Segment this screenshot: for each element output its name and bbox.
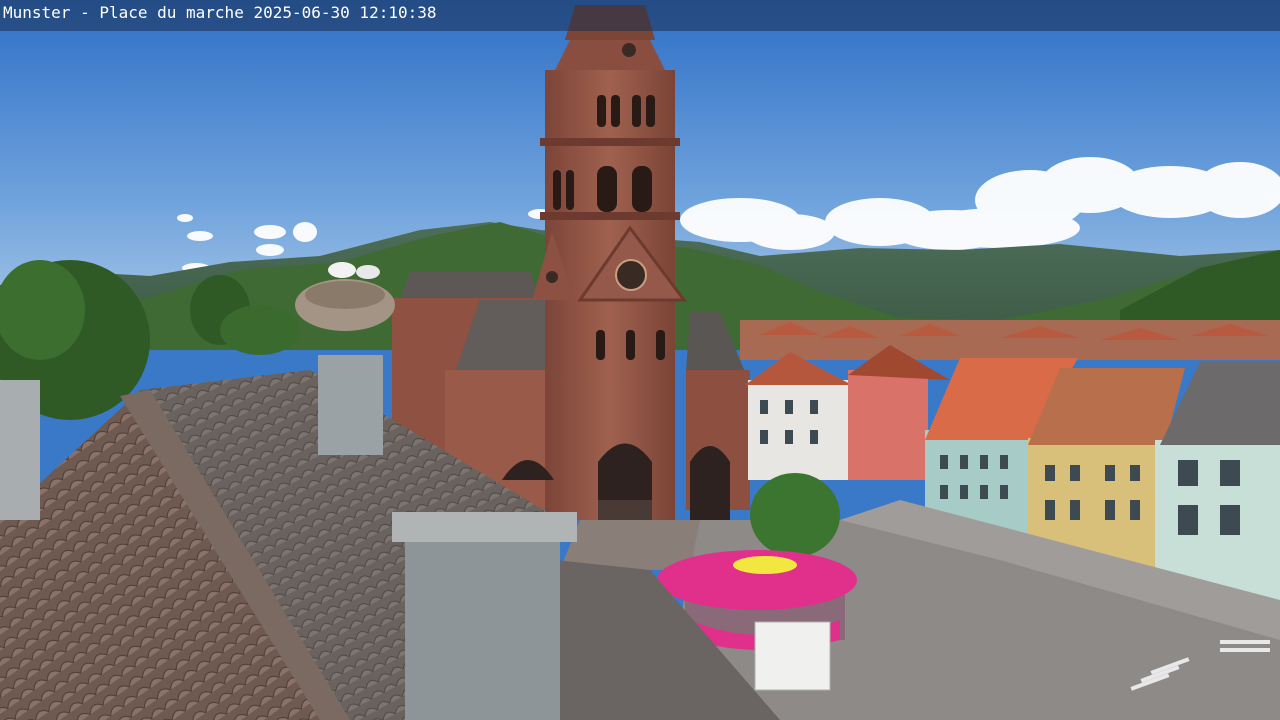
location-label: Munster - Place du marche xyxy=(3,3,244,22)
square-tree xyxy=(750,473,840,557)
white-container xyxy=(754,621,831,691)
town-band xyxy=(740,320,1280,360)
webcam-scene xyxy=(0,0,1280,720)
timestamp-label: 2025-06-30 12:10:38 xyxy=(253,3,437,22)
overlay-caption: Munster - Place du marche 2025-06-30 12:… xyxy=(3,2,437,24)
chimney-center xyxy=(405,540,560,720)
clock-face-side xyxy=(546,271,558,283)
chimney-left xyxy=(318,355,383,455)
house-white xyxy=(745,352,852,480)
clock-face xyxy=(615,259,647,291)
chimney-far-left xyxy=(0,380,40,520)
